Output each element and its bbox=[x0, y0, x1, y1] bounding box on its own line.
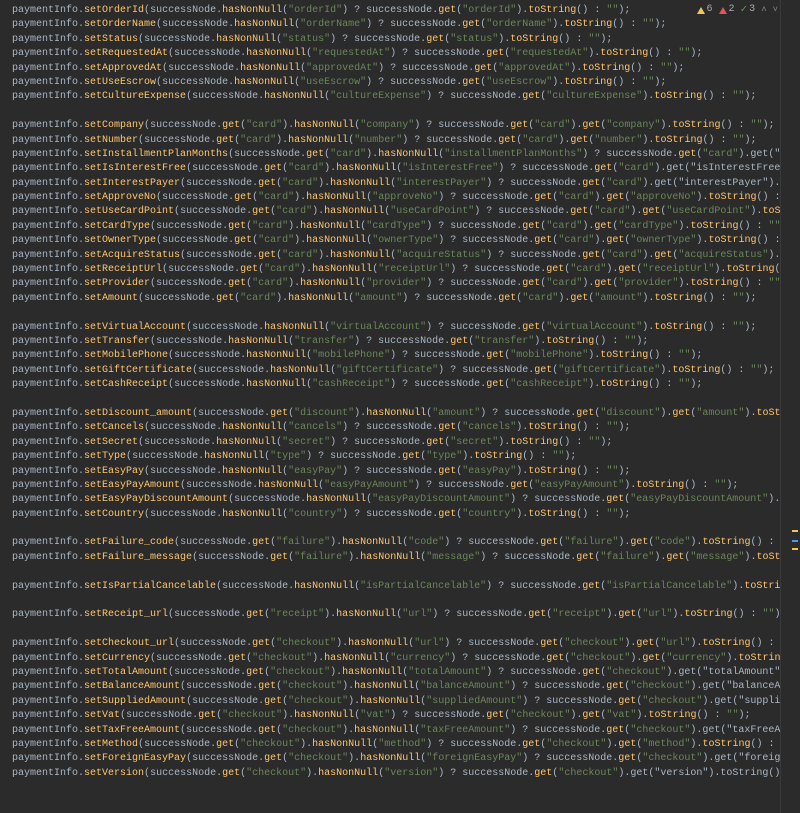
code-line[interactable]: paymentInfo.setAmount(successNode.get("c… bbox=[12, 292, 780, 306]
code-line[interactable]: paymentInfo.setCheckout_url(successNode.… bbox=[12, 637, 780, 651]
code-line[interactable]: paymentInfo.setOwnerType(successNode.get… bbox=[12, 234, 780, 248]
code-line[interactable]: paymentInfo.setOrderName(successNode.has… bbox=[12, 18, 780, 32]
code-line[interactable]: paymentInfo.setCountry(successNode.hasNo… bbox=[12, 508, 780, 522]
blank-line bbox=[12, 105, 780, 119]
editor-wrapper: paymentInfo.setOrderId(successNode.hasNo… bbox=[0, 0, 800, 813]
blank-line bbox=[12, 393, 780, 407]
check-icon: ✓ bbox=[741, 3, 748, 17]
code-line[interactable]: paymentInfo.setCompany(successNode.get("… bbox=[12, 119, 780, 133]
code-line[interactable]: paymentInfo.setIsInterestFree(successNod… bbox=[12, 162, 780, 176]
error-icon bbox=[719, 7, 727, 14]
code-line[interactable]: paymentInfo.setForeignEasyPay(successNod… bbox=[12, 752, 780, 766]
gutter-marker[interactable] bbox=[792, 548, 798, 550]
code-line[interactable]: paymentInfo.setInstallmentPlanMonths(suc… bbox=[12, 148, 780, 162]
code-line[interactable]: paymentInfo.setUseEscrow(successNode.has… bbox=[12, 76, 780, 90]
gutter-marker[interactable] bbox=[792, 540, 798, 542]
code-line[interactable]: paymentInfo.setOrderId(successNode.hasNo… bbox=[12, 4, 780, 18]
code-line[interactable]: paymentInfo.setCurrency(successNode.get(… bbox=[12, 652, 780, 666]
warnings-count: 6 bbox=[707, 3, 713, 17]
code-line[interactable]: paymentInfo.setIsPartialCancelable(succe… bbox=[12, 580, 780, 594]
code-line[interactable]: paymentInfo.setTransfer(successNode.hasN… bbox=[12, 335, 780, 349]
chevron-up-icon[interactable]: ˄ bbox=[761, 3, 766, 17]
code-line[interactable]: paymentInfo.setRequestedAt(successNode.h… bbox=[12, 47, 780, 61]
code-line[interactable]: paymentInfo.setVirtualAccount(successNod… bbox=[12, 321, 780, 335]
code-line[interactable]: paymentInfo.setMethod(successNode.get("c… bbox=[12, 738, 780, 752]
code-line[interactable]: paymentInfo.setInterestPayer(successNode… bbox=[12, 177, 780, 191]
code-line[interactable]: paymentInfo.setApproveNo(successNode.get… bbox=[12, 191, 780, 205]
code-line[interactable]: paymentInfo.setCultureExpense(successNod… bbox=[12, 90, 780, 104]
code-line[interactable]: paymentInfo.setReceiptUrl(successNode.ge… bbox=[12, 263, 780, 277]
code-line[interactable]: paymentInfo.setAcquireStatus(successNode… bbox=[12, 249, 780, 263]
gutter-marker[interactable] bbox=[792, 530, 798, 532]
errors-count: 2 bbox=[729, 3, 735, 17]
ok-count: 3 bbox=[749, 3, 755, 17]
code-line[interactable]: paymentInfo.setSuppliedAmount(successNod… bbox=[12, 695, 780, 709]
code-line[interactable]: paymentInfo.setStatus(successNode.hasNon… bbox=[12, 33, 780, 47]
code-line[interactable]: paymentInfo.setDiscount_amount(successNo… bbox=[12, 407, 780, 421]
code-line[interactable]: paymentInfo.setEasyPayAmount(successNode… bbox=[12, 479, 780, 493]
code-line[interactable]: paymentInfo.setSecret(successNode.hasNon… bbox=[12, 436, 780, 450]
code-line[interactable]: paymentInfo.setEasyPay(successNode.hasNo… bbox=[12, 465, 780, 479]
chevron-down-icon[interactable]: ˅ bbox=[773, 3, 778, 17]
code-line[interactable]: paymentInfo.setReceipt_url(successNode.g… bbox=[12, 608, 780, 622]
warnings-indicator[interactable]: 6 bbox=[697, 3, 713, 17]
code-line[interactable]: paymentInfo.setApprovedAt(successNode.ha… bbox=[12, 62, 780, 76]
inspection-status-bar[interactable]: 6 2 ✓ 3 ˄ ˅ bbox=[697, 3, 778, 17]
code-line[interactable]: paymentInfo.setVat(successNode.get("chec… bbox=[12, 709, 780, 723]
code-line[interactable]: paymentInfo.setFailure_message(successNo… bbox=[12, 551, 780, 565]
blank-line bbox=[12, 623, 780, 637]
code-line[interactable]: paymentInfo.setNumber(successNode.get("c… bbox=[12, 134, 780, 148]
code-line[interactable]: paymentInfo.setBalanceAmount(successNode… bbox=[12, 680, 780, 694]
code-line[interactable]: paymentInfo.setType(successNode.hasNonNu… bbox=[12, 450, 780, 464]
blank-line bbox=[12, 594, 780, 608]
code-line[interactable]: paymentInfo.setCardType(successNode.get(… bbox=[12, 220, 780, 234]
code-line[interactable]: paymentInfo.setProvider(successNode.get(… bbox=[12, 277, 780, 291]
code-line[interactable]: paymentInfo.setGiftCertificate(successNo… bbox=[12, 364, 780, 378]
errors-indicator[interactable]: 2 bbox=[719, 3, 735, 17]
code-line[interactable]: paymentInfo.setUseCardPoint(successNode.… bbox=[12, 205, 780, 219]
code-line[interactable]: paymentInfo.setTaxFreeAmount(successNode… bbox=[12, 724, 780, 738]
code-line[interactable]: paymentInfo.setTotalAmount(successNode.g… bbox=[12, 666, 780, 680]
ok-indicator[interactable]: ✓ 3 bbox=[741, 3, 756, 17]
blank-line bbox=[12, 522, 780, 536]
warning-icon bbox=[697, 7, 705, 14]
code-line[interactable]: paymentInfo.setVersion(successNode.get("… bbox=[12, 767, 780, 781]
error-stripe-gutter[interactable] bbox=[780, 0, 800, 813]
code-line[interactable]: paymentInfo.setCashReceipt(successNode.h… bbox=[12, 378, 780, 392]
code-line[interactable]: paymentInfo.setCancels(successNode.hasNo… bbox=[12, 421, 780, 435]
code-line[interactable]: paymentInfo.setMobilePhone(successNode.h… bbox=[12, 349, 780, 363]
blank-line bbox=[12, 306, 780, 320]
code-line[interactable]: paymentInfo.setFailure_code(successNode.… bbox=[12, 536, 780, 550]
code-editor[interactable]: paymentInfo.setOrderId(successNode.hasNo… bbox=[0, 0, 780, 813]
code-line[interactable]: paymentInfo.setEasyPayDiscountAmount(suc… bbox=[12, 493, 780, 507]
blank-line bbox=[12, 565, 780, 579]
